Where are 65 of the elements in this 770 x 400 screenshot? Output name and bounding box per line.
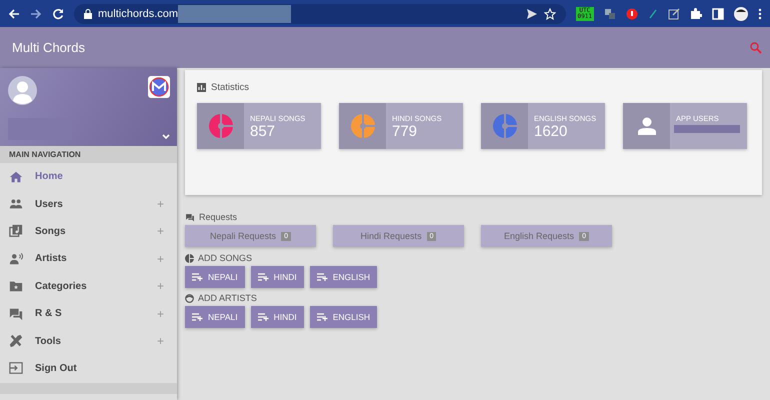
nav-item[interactable]: Artists + bbox=[0, 245, 177, 273]
avatar-icon[interactable] bbox=[734, 6, 748, 20]
stat-value: 1620 bbox=[534, 123, 568, 140]
app-title: Multi Chords bbox=[12, 40, 85, 55]
nav-item[interactable]: Songs + bbox=[0, 218, 177, 246]
avatar-icon bbox=[8, 76, 37, 105]
nav-item[interactable]: Home bbox=[0, 163, 177, 190]
lock-icon bbox=[84, 8, 92, 18]
playlist-add-icon bbox=[316, 313, 328, 321]
playlist-add-icon bbox=[192, 273, 203, 281]
playlist-add-icon bbox=[316, 273, 328, 281]
section-title: Statistics bbox=[211, 82, 250, 93]
nav-item[interactable]: R & S + bbox=[0, 300, 177, 328]
chevron-down-icon[interactable] bbox=[162, 134, 170, 140]
sidebar-icon[interactable] bbox=[712, 8, 724, 20]
users-icon bbox=[9, 197, 23, 212]
expand-icon[interactable]: + bbox=[156, 279, 164, 294]
nav-item[interactable]: Users + bbox=[0, 190, 177, 218]
extension-icon[interactable] bbox=[604, 8, 616, 20]
playlist-add-icon bbox=[258, 313, 269, 321]
chart-icon bbox=[197, 83, 206, 92]
add-button[interactable]: NEPALI bbox=[185, 306, 245, 328]
expand-icon[interactable]: + bbox=[156, 334, 164, 348]
folder-icon bbox=[9, 279, 23, 294]
pie-icon bbox=[185, 254, 194, 262]
reload-icon[interactable] bbox=[52, 8, 64, 20]
app-logo-icon bbox=[148, 76, 170, 98]
songs-icon bbox=[9, 224, 23, 238]
chat-icon bbox=[9, 306, 23, 321]
tools-icon bbox=[9, 334, 23, 348]
star-icon[interactable] bbox=[544, 8, 556, 20]
signout-icon bbox=[9, 361, 23, 376]
expand-icon[interactable]: + bbox=[156, 197, 164, 212]
artist-icon bbox=[9, 252, 23, 266]
stat-value: 779 bbox=[392, 123, 418, 140]
nav-item[interactable]: Categories + bbox=[0, 272, 177, 300]
address-bar[interactable]: multichords.com bbox=[74, 4, 566, 24]
menu-icon[interactable] bbox=[758, 8, 762, 20]
back-icon[interactable] bbox=[8, 8, 20, 20]
chat-icon bbox=[185, 212, 195, 222]
add-button[interactable]: ENGLISH bbox=[310, 266, 378, 288]
expand-icon[interactable]: + bbox=[156, 252, 164, 266]
section-heading: MAIN NAVIGATION bbox=[0, 146, 177, 163]
puzzle-icon[interactable] bbox=[690, 8, 702, 20]
nav-item[interactable]: Tools + bbox=[0, 327, 177, 355]
expand-icon[interactable]: + bbox=[156, 224, 164, 238]
section-title: ADD ARTISTS bbox=[198, 293, 257, 303]
playlist-add-icon bbox=[192, 313, 203, 321]
add-button[interactable]: HINDI bbox=[250, 306, 304, 328]
section-title: Requests bbox=[199, 212, 238, 222]
add-button[interactable]: NEPALI bbox=[185, 266, 245, 288]
edit-icon[interactable] bbox=[668, 8, 680, 20]
expand-icon[interactable]: + bbox=[156, 306, 164, 321]
forward-icon[interactable] bbox=[30, 8, 42, 20]
send-icon[interactable] bbox=[526, 8, 538, 20]
section-title: ADD SONGS bbox=[198, 253, 252, 263]
add-button[interactable]: ENGLISH bbox=[310, 306, 378, 328]
home-icon bbox=[9, 170, 23, 184]
add-button[interactable]: HINDI bbox=[250, 266, 304, 288]
nav-item[interactable]: Sign Out bbox=[0, 354, 177, 382]
playlist-add-icon bbox=[258, 273, 269, 281]
extension-icon[interactable] bbox=[626, 8, 638, 20]
user-icon bbox=[636, 116, 656, 136]
stat-value: 857 bbox=[250, 123, 276, 140]
face-icon bbox=[185, 294, 194, 302]
